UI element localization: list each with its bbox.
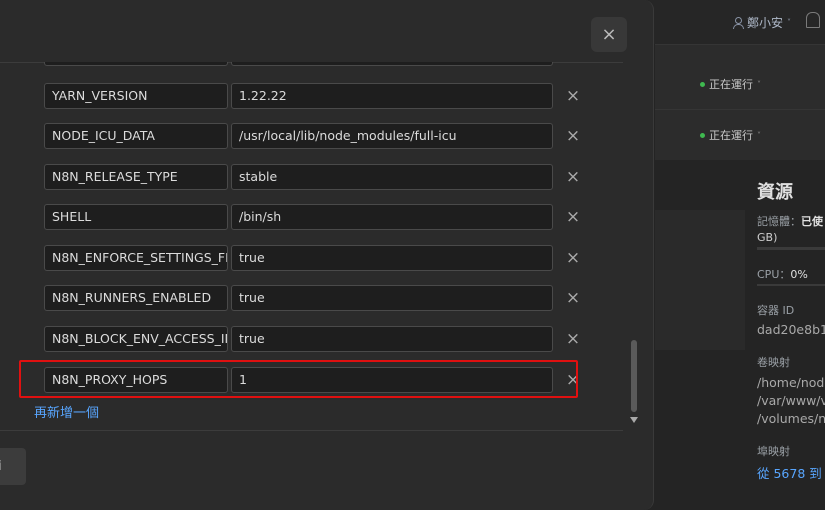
env-var-row: NODE_ICU_DATA /usr/local/lib/node_module…	[44, 123, 584, 149]
env-var-row: N8N_RELEASE_TYPE stable ×	[44, 164, 584, 190]
env-value-input[interactable]: /usr/local/lib/node_modules/full-icu	[231, 123, 553, 149]
container-row[interactable]: 正在運行 ˅	[655, 44, 825, 109]
env-var-row: N8N_RUNNERS_ENABLED true ×	[44, 285, 584, 311]
user-menu[interactable]: 鄭小安 ˅	[732, 14, 791, 31]
memory-unit: GB)	[757, 231, 778, 244]
container-id-value: dad20e8b1	[757, 322, 825, 337]
close-icon: ×	[601, 24, 617, 45]
env-key-input[interactable]	[44, 62, 228, 66]
scroll-down-arrow-icon[interactable]	[630, 417, 638, 423]
env-value-input[interactable]: true	[231, 326, 553, 352]
delete-icon[interactable]: ×	[563, 85, 583, 107]
env-var-row: YARN_VERSION 1.22.22 ×	[44, 83, 584, 109]
container-id-label: 容器 ID	[757, 304, 795, 317]
scrollbar-thumb[interactable]	[631, 340, 637, 412]
resources-title: 資源	[757, 182, 793, 203]
delete-icon[interactable]: ×	[563, 287, 583, 309]
port-mapping-link[interactable]: 從 5678 到 5	[757, 463, 825, 482]
delete-icon[interactable]: ×	[563, 247, 583, 269]
status-label: 正在運行	[709, 129, 753, 142]
running-status-dot	[700, 132, 705, 138]
cpu-label: CPU：0%	[757, 268, 808, 281]
running-status-dot	[700, 81, 705, 87]
env-key-input[interactable]: N8N_ENFORCE_SETTINGS_FI	[44, 245, 228, 271]
env-var-row: SHELL /bin/sh ×	[44, 204, 584, 230]
user-name: 鄭小安	[747, 16, 784, 30]
scrollbar[interactable]	[628, 62, 640, 430]
env-key-input[interactable]: SHELL	[44, 204, 228, 230]
volume-mapping-label: 卷映射	[757, 356, 790, 369]
env-var-list: YARN_VERSION 1.22.22 × NODE_ICU_DATA /us…	[0, 62, 640, 430]
cpu-bar	[757, 284, 825, 286]
volume-path: /home/nod	[757, 375, 825, 390]
delete-icon[interactable]: ×	[563, 125, 583, 147]
user-icon	[732, 16, 744, 29]
port-mapping-label: 埠映射	[757, 445, 790, 458]
env-key-input[interactable]: N8N_RELEASE_TYPE	[44, 164, 228, 190]
env-value-input[interactable]: 1	[231, 367, 553, 393]
notification-icon[interactable]	[806, 12, 820, 28]
status-dropdown[interactable]: 正在運行 ˅	[700, 127, 761, 143]
delete-icon[interactable]: ×	[563, 369, 583, 391]
close-button[interactable]: ×	[591, 17, 627, 52]
container-row[interactable]: 正在運行 ˅	[655, 109, 825, 160]
env-value-input[interactable]	[231, 62, 553, 66]
status-dropdown[interactable]: 正在運行 ˅	[700, 76, 761, 92]
env-key-input[interactable]: N8N_RUNNERS_ENABLED	[44, 285, 228, 311]
env-var-row: N8N_PROXY_HOPS 1 ×	[44, 367, 584, 393]
volume-path: /volumes/n	[757, 411, 825, 426]
delete-icon[interactable]: ×	[563, 166, 583, 188]
add-another-link[interactable]: 再新增一個	[34, 402, 99, 421]
chevron-down-icon: ˅	[757, 79, 761, 89]
env-value-input[interactable]: /bin/sh	[231, 204, 553, 230]
volume-path: /var/www/v	[757, 393, 825, 408]
env-value-input[interactable]: 1.22.22	[231, 83, 553, 109]
env-key-input[interactable]: N8N_PROXY_HOPS	[44, 367, 228, 393]
memory-bar	[757, 247, 825, 250]
env-vars-modal: × YARN_VERSION 1.22.22 × NODE_ICU_DATA /…	[0, 0, 654, 510]
env-value-input[interactable]: stable	[231, 164, 553, 190]
chevron-down-icon: ˅	[757, 130, 761, 140]
divider	[0, 430, 623, 431]
env-var-row: N8N_ENFORCE_SETTINGS_FI true ×	[44, 245, 584, 271]
delete-icon[interactable]: ×	[563, 206, 583, 228]
delete-icon[interactable]: ×	[563, 328, 583, 350]
env-key-input[interactable]: NODE_ICU_DATA	[44, 123, 228, 149]
env-key-input[interactable]: YARN_VERSION	[44, 83, 228, 109]
env-key-input[interactable]: N8N_BLOCK_ENV_ACCESS_IN	[44, 326, 228, 352]
env-var-row: N8N_BLOCK_ENV_ACCESS_IN true ×	[44, 326, 584, 352]
env-value-input[interactable]: true	[231, 285, 553, 311]
background-panel	[655, 210, 745, 350]
footer-button[interactable]: i	[0, 448, 26, 485]
env-var-row	[44, 62, 584, 66]
chevron-down-icon: ˅	[787, 18, 792, 27]
memory-label: 記憶體：已使	[757, 215, 823, 228]
status-label: 正在運行	[709, 78, 753, 91]
env-value-input[interactable]: true	[231, 245, 553, 271]
